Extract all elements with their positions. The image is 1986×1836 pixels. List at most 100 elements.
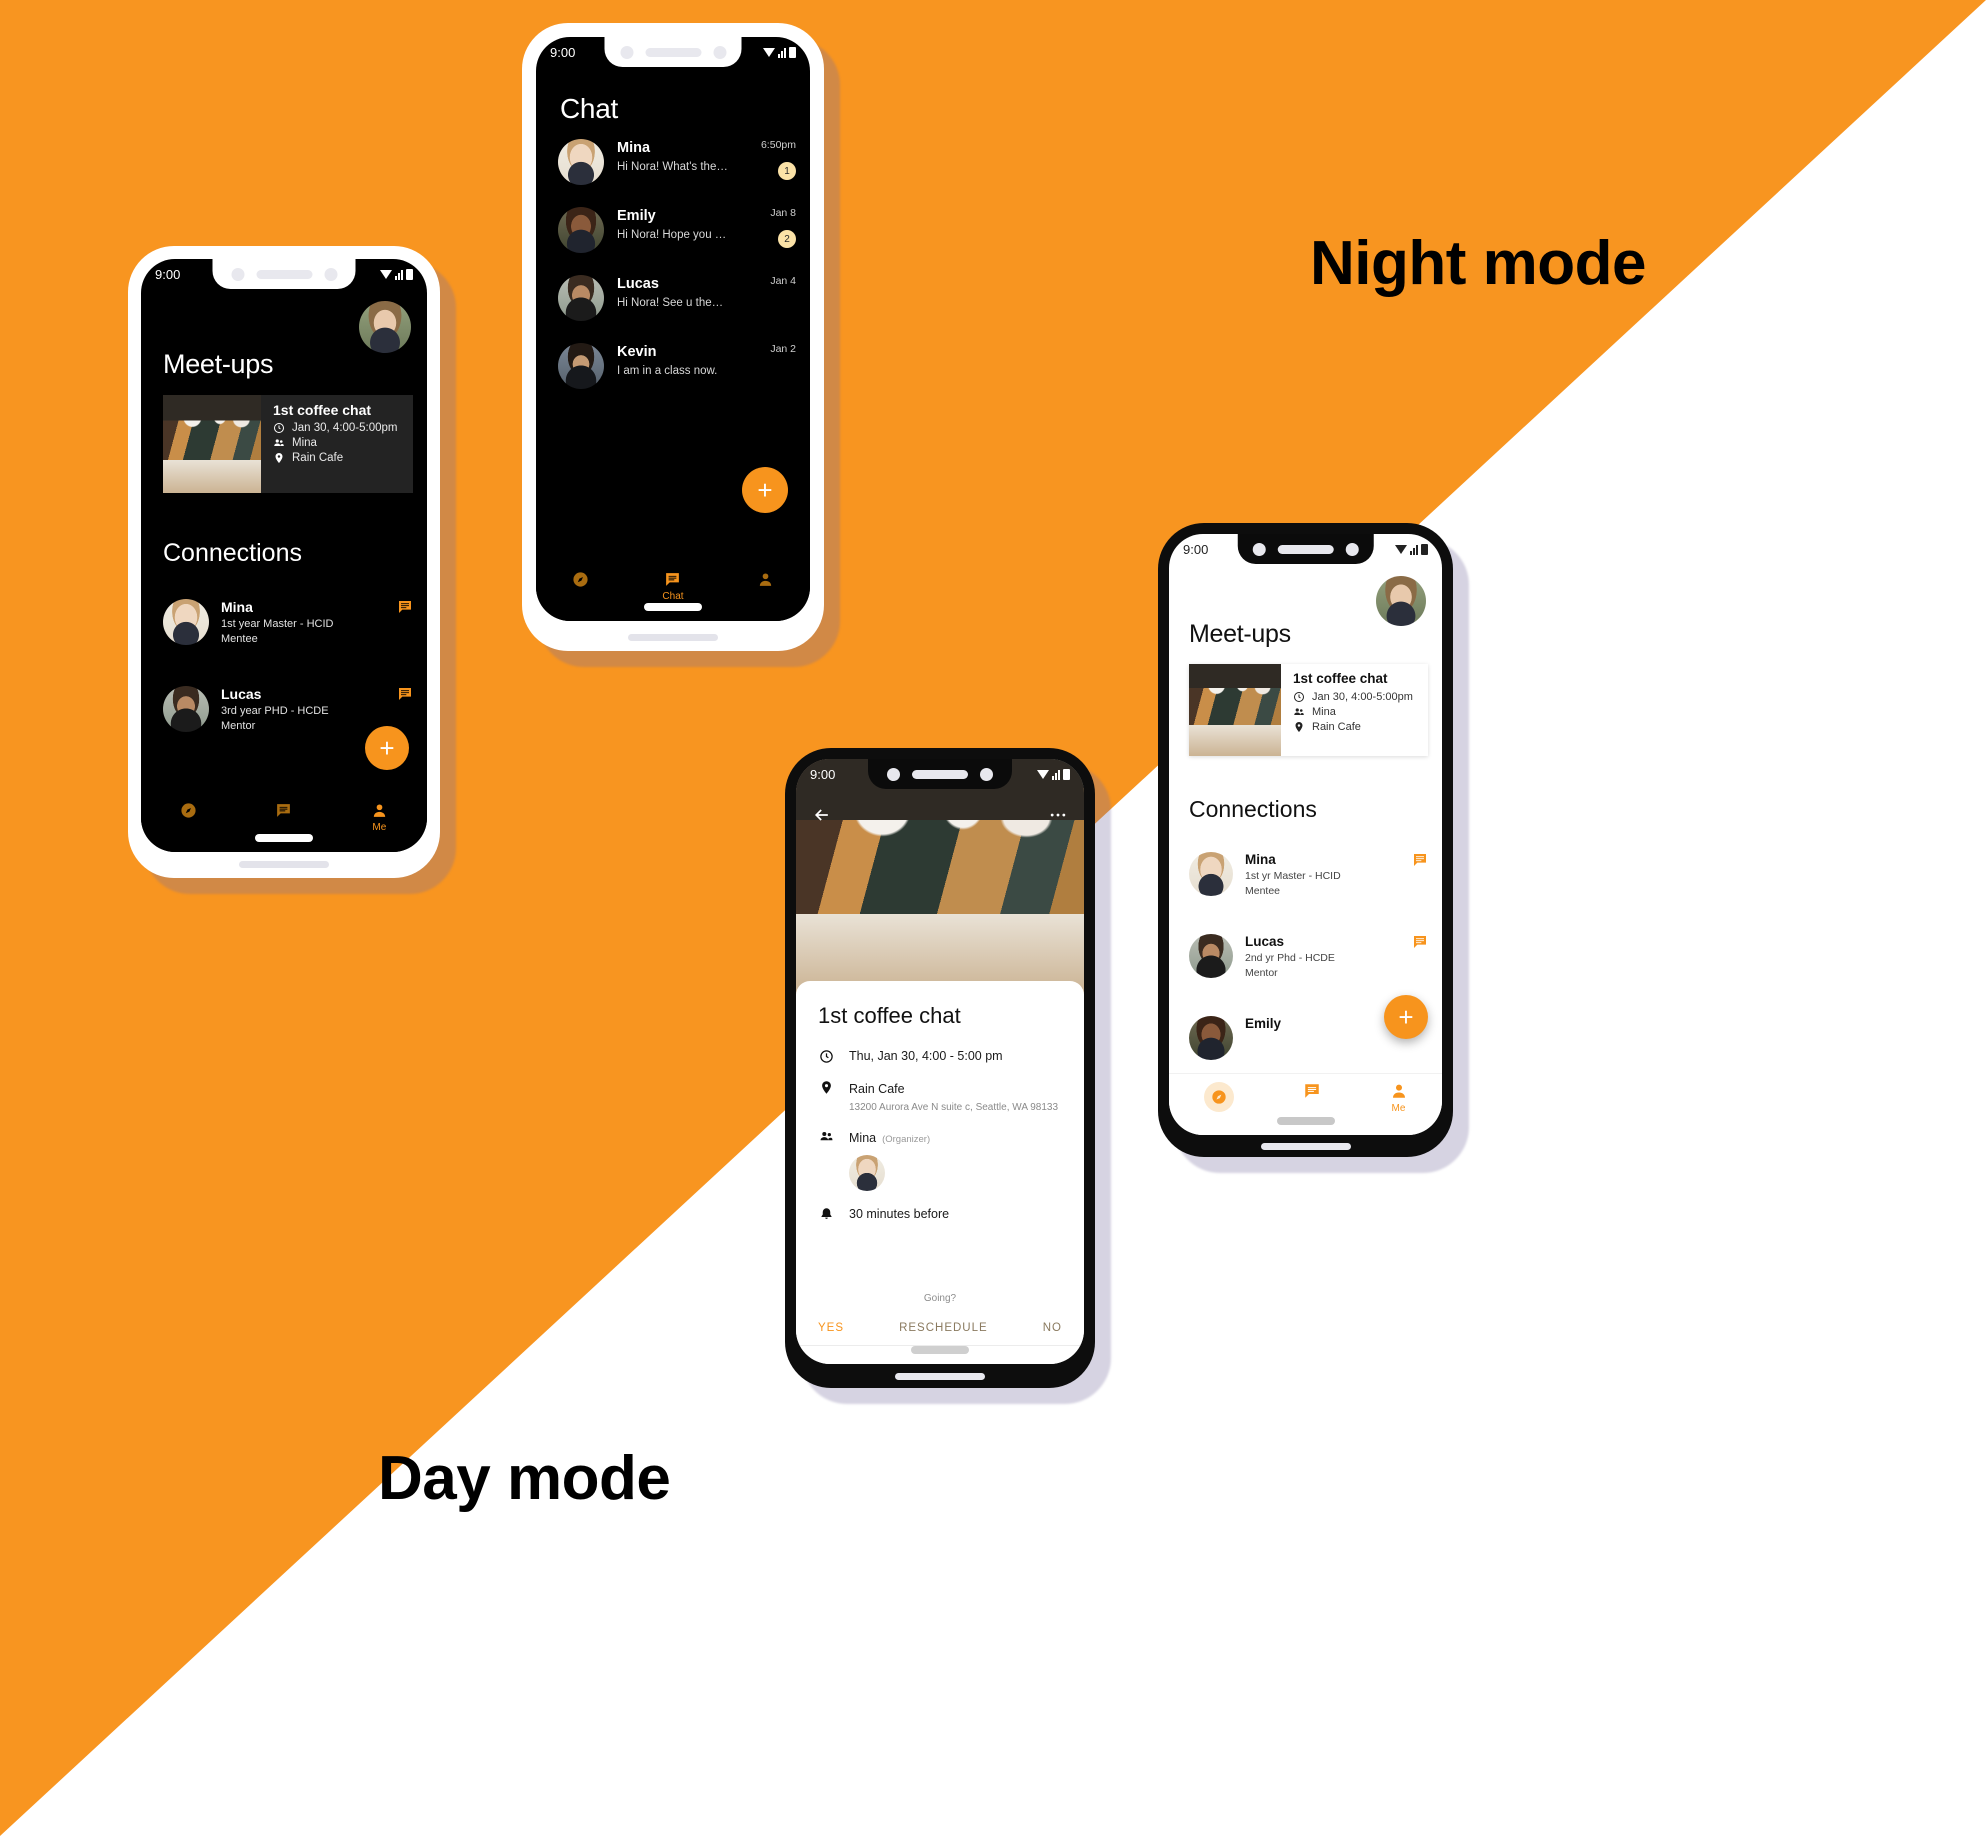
event-organizer-block: Mina (Organizer) — [849, 1129, 930, 1191]
unread-badge: 2 — [778, 230, 796, 248]
connection-row[interactable]: Mina 1st year Master - HCID Mentee — [163, 599, 413, 645]
nav-item-chat[interactable] — [275, 802, 292, 822]
message-icon[interactable] — [1412, 852, 1428, 868]
connection-role: Mentor — [1245, 967, 1278, 979]
connection-detail: 2nd yr Phd - HCDE — [1245, 952, 1335, 964]
clock-icon — [1293, 691, 1305, 703]
camera-dot — [324, 267, 337, 281]
nav-item-chat[interactable]: Chat — [662, 571, 684, 602]
avatar-header[interactable] — [359, 301, 411, 353]
chat-meta: Jan 4 — [742, 275, 796, 287]
location-pin-icon — [818, 1080, 835, 1095]
app-content: Meet-ups 1st coffee chat Jan 30, 4:00-5:… — [141, 259, 427, 852]
battery-icon — [406, 268, 413, 280]
more-options-button[interactable] — [1048, 805, 1068, 831]
status-icons — [1395, 543, 1428, 555]
chat-name: Emily — [617, 208, 656, 224]
organizer-name: Mina — [849, 1131, 877, 1145]
bottom-nav: Me — [1169, 1073, 1442, 1135]
organizer-avatar[interactable] — [849, 1155, 885, 1191]
rsvp-reschedule-button[interactable]: RESCHEDULE — [899, 1322, 988, 1334]
rsvp-no-button[interactable]: NO — [1043, 1322, 1062, 1334]
rsvp-yes-button[interactable]: YES — [818, 1322, 844, 1334]
compass-icon — [1203, 1082, 1234, 1112]
nav-item-me[interactable]: Me — [1390, 1082, 1408, 1114]
chat-preview: Hi Nora! Hope you are doi... — [617, 229, 729, 241]
camera-dot — [1252, 542, 1266, 556]
chat-list-item[interactable]: Lucas Hi Nora! See u then! :) Jan 4 — [558, 275, 796, 321]
event-time-row: Thu, Jan 30, 4:00 - 5:00 pm — [818, 1049, 1062, 1064]
nav-item-me[interactable] — [757, 571, 774, 591]
notch — [212, 259, 356, 289]
chat-text: Lucas Hi Nora! See u then! :) — [617, 275, 729, 309]
meetup-card[interactable]: 1st coffee chat Jan 30, 4:00-5:00pm Mina… — [163, 395, 413, 493]
avatar — [163, 599, 209, 645]
compass-icon — [180, 802, 197, 819]
chat-name: Kevin — [617, 344, 657, 360]
chat-list-item[interactable]: Emily Hi Nora! Hope you are doi... Jan 8… — [558, 207, 796, 253]
camera-dot — [231, 267, 244, 281]
camera-dot — [713, 45, 726, 59]
phone-home-indicator — [239, 861, 329, 868]
speaker-slot — [645, 47, 701, 57]
chat-list-item[interactable]: Kevin I am in a class now. Jan 2 — [558, 343, 796, 389]
chat-text: Mina Hi Nora! What's the time ... — [617, 139, 729, 173]
nav-item-explore[interactable] — [1203, 1082, 1234, 1115]
nav-item-explore[interactable] — [180, 802, 197, 822]
speaker-slot — [912, 769, 968, 779]
connection-row[interactable]: Mina 1st yr Master - HCID Mentee — [1189, 852, 1428, 897]
event-place-address: 13200 Aurora Ave N suite c, Seattle, WA … — [849, 1102, 1059, 1113]
connection-row[interactable]: Lucas 2nd yr Phd - HCDE Mentor — [1189, 934, 1428, 979]
meetup-card[interactable]: 1st coffee chat Jan 30, 4:00-5:00pm Mina… — [1189, 664, 1428, 756]
going-prompt: Going? — [923, 1293, 957, 1304]
connection-row[interactable]: Lucas 3rd year PHD - HCDE Mentor — [163, 686, 413, 732]
add-fab[interactable]: + — [1384, 995, 1428, 1039]
connection-role: Mentor — [221, 720, 256, 732]
camera-dot — [620, 45, 633, 59]
message-icon[interactable] — [397, 599, 413, 615]
meetup-title: 1st coffee chat — [1293, 671, 1388, 686]
clock-icon — [818, 1049, 835, 1064]
location-pin-icon — [273, 452, 285, 464]
status-time: 9:00 — [155, 266, 181, 282]
avatar — [1189, 934, 1233, 978]
add-fab[interactable]: + — [742, 467, 788, 513]
event-place-text: Rain Cafe 13200 Aurora Ave N suite c, Se… — [849, 1080, 1058, 1113]
event-reminder-row: 30 minutes before — [818, 1207, 1062, 1222]
page-title: Chat — [560, 93, 618, 124]
connection-role: Mentee — [1245, 885, 1281, 897]
status-icons — [763, 46, 796, 58]
nav-item-explore[interactable] — [572, 571, 589, 591]
camera-dot — [887, 767, 900, 781]
notch — [1237, 534, 1374, 564]
nav-item-chat[interactable] — [1303, 1082, 1321, 1103]
gesture-pill — [1276, 1117, 1335, 1125]
app-content: Chat Mina Hi Nora! What's the time ... 6… — [536, 37, 810, 621]
message-icon[interactable] — [1412, 934, 1428, 950]
signal-icon — [395, 269, 403, 280]
back-button[interactable] — [812, 805, 832, 831]
nav-item-me[interactable]: Me — [371, 802, 388, 833]
avatar — [558, 139, 604, 185]
event-detail-sheet: 1st coffee chat Thu, Jan 30, 4:00 - 5:00… — [796, 981, 1084, 1364]
clock-icon — [273, 422, 285, 434]
page-title: Meet-ups — [1189, 620, 1291, 648]
nav-label: Me — [1391, 1103, 1406, 1114]
meetup-time-row: Jan 30, 4:00-5:00pm — [273, 422, 398, 434]
chat-text: Emily Hi Nora! Hope you are doi... — [617, 207, 729, 241]
connection-name: Lucas — [221, 686, 262, 702]
chat-preview: I am in a class now. — [617, 365, 718, 377]
meetup-photo — [1189, 664, 1281, 756]
notch — [604, 37, 742, 67]
chat-meta: 6:50pm 1 — [742, 139, 796, 180]
meetup-info: 1st coffee chat Jan 30, 4:00-5:00pm Mina… — [261, 395, 398, 493]
chat-list-item[interactable]: Mina Hi Nora! What's the time ... 6:50pm… — [558, 139, 796, 185]
phone-home-indicator — [628, 634, 718, 641]
add-fab[interactable]: + — [365, 726, 409, 770]
meetup-time: Jan 30, 4:00-5:00pm — [292, 422, 398, 434]
avatar-header[interactable] — [1376, 576, 1426, 626]
meetup-place: Rain Cafe — [292, 452, 344, 464]
people-icon — [273, 437, 285, 449]
signal-icon — [1052, 769, 1060, 780]
message-icon[interactable] — [397, 686, 413, 702]
